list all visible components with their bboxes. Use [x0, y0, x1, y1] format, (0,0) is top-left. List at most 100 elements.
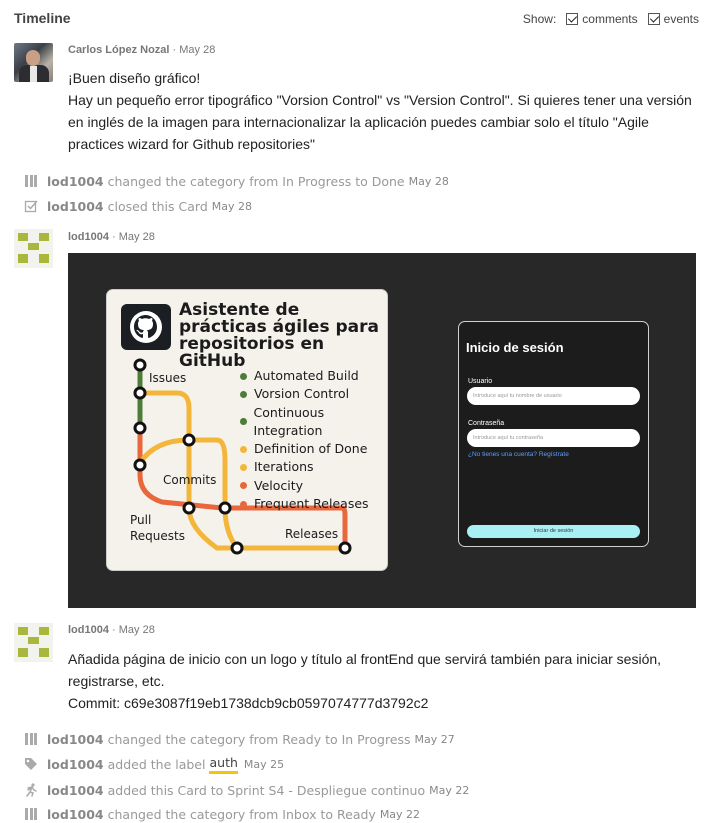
legend-item: Iterations: [240, 458, 387, 476]
avatar[interactable]: [14, 43, 53, 82]
legend-label: Automated Build: [254, 368, 359, 383]
events-checkbox[interactable]: [647, 13, 660, 25]
legend-item: Continuous Integration: [240, 404, 387, 441]
meta-separator: ·: [172, 44, 177, 56]
password-label: Contraseña: [468, 420, 505, 427]
event-text: changed the category from Inbox to Ready: [107, 806, 376, 822]
event-date[interactable]: May 28: [212, 200, 252, 213]
avatar[interactable]: [14, 623, 53, 662]
comment-meta: lod1004 · May 28: [68, 624, 155, 636]
columns-icon: [24, 732, 38, 746]
metro-label-issues: Issues: [149, 371, 187, 385]
legend-label: Velocity: [254, 477, 304, 493]
comment-line: Hay un pequeño error tipográfico "Vorsio…: [68, 92, 692, 108]
legend-label: Iterations: [254, 459, 314, 475]
events-filter-label[interactable]: events: [664, 12, 699, 26]
legend-item: Velocity: [240, 477, 387, 495]
timeline-event: lod1004 closed this Card May 28: [24, 197, 252, 215]
username-label: Usuario: [468, 378, 493, 385]
timeline-header: Timeline Show: comments events: [14, 10, 699, 30]
timeline-event: lod1004 changed the category from Ready …: [24, 730, 455, 748]
attached-image[interactable]: Asistente de prácticas ágiles para repos…: [68, 253, 696, 608]
comment-date[interactable]: May 28: [119, 231, 155, 243]
legend-label: Definition of Done: [254, 441, 368, 457]
event-date[interactable]: May 27: [415, 733, 455, 746]
comment-line: en inglés de la imagen para internaciona…: [68, 114, 649, 130]
comments-filter-label[interactable]: comments: [582, 12, 637, 26]
comment-author[interactable]: Carlos López Nozal: [68, 44, 169, 56]
columns-icon: [24, 174, 38, 188]
event-date[interactable]: May 22: [429, 784, 469, 797]
timeline-event: lod1004 changed the category from Inbox …: [24, 805, 420, 823]
legend-item: Automated Build: [240, 367, 387, 385]
password-field: Introduce aquí tu contraseña: [467, 429, 640, 447]
sprint-runner-icon: [24, 783, 38, 797]
meta-separator: ·: [112, 231, 116, 243]
event-actor[interactable]: lod1004: [47, 757, 104, 772]
legend-dot-icon: [240, 500, 247, 508]
avatar-shirt: [30, 66, 37, 82]
legend-dot-icon: [240, 390, 247, 398]
legend-dot-icon: [240, 445, 247, 453]
event-text: added the label: [107, 756, 206, 772]
login-title: Inicio de sesión: [466, 340, 564, 355]
comment-line: Añadida página de inicio con un logo y t…: [68, 651, 662, 667]
comment-meta: Carlos López Nozal · May 28: [68, 44, 215, 56]
comment-body: ¡Buen diseño gráfico! Hay un pequeño err…: [68, 67, 708, 155]
legend-label: Vorsion Control: [254, 386, 350, 402]
legend-dot-icon: [240, 464, 247, 472]
comment-author[interactable]: lod1004: [68, 231, 109, 243]
event-actor[interactable]: lod1004: [47, 732, 104, 747]
event-text: changed the category from Ready to In Pr…: [107, 731, 411, 747]
show-label: Show:: [522, 12, 557, 26]
comment-date[interactable]: May 28: [119, 624, 155, 636]
timeline-title: Timeline: [14, 10, 71, 26]
event-text: added this Card to Sprint S4 - Despliegu…: [107, 782, 426, 798]
avatar-face: [26, 50, 40, 66]
legend-item: Frequent Releases: [240, 495, 387, 513]
legend-dot-icon: [240, 372, 247, 380]
legend-dot-icon: [240, 418, 247, 426]
comment-author[interactable]: lod1004: [68, 624, 109, 636]
avatar[interactable]: [14, 229, 53, 268]
event-date[interactable]: May 22: [380, 808, 420, 821]
comment-line: practices wizard for Github repositories…: [68, 136, 315, 152]
username-field: Introduce aquí tu nombre de usuario: [467, 387, 640, 405]
comment-line: ¡Buen diseño gráfico!: [68, 70, 201, 86]
tag-icon: [24, 757, 38, 771]
login-submit-button: Iniciar de sesión: [467, 525, 640, 538]
event-actor[interactable]: lod1004: [47, 783, 104, 798]
checkbox-closed-icon: [24, 199, 38, 213]
comment-line: Commit: c69e3087f19eb1738dcb9cb059707477…: [68, 695, 429, 711]
metro-label-commits: Commits: [163, 473, 217, 487]
comments-checkbox[interactable]: [566, 13, 579, 25]
event-date[interactable]: May 25: [244, 758, 284, 771]
register-link: ¿No tienes una cuenta? Regístrate: [468, 451, 569, 458]
label-badge[interactable]: auth: [209, 755, 238, 774]
legend-dot-icon: [240, 482, 247, 490]
legend-item: Definition of Done: [240, 440, 387, 458]
event-date[interactable]: May 28: [409, 175, 449, 188]
legend-item: Vorsion Control: [240, 385, 387, 403]
metro-label-pull-requests: Pull Requests: [130, 513, 185, 543]
timeline-event: lod1004 changed the category from In Pro…: [24, 172, 449, 190]
timeline-event: lod1004 added this Card to Sprint S4 - D…: [24, 781, 469, 799]
login-form-preview: Inicio de sesión Usuario Introduce aquí …: [458, 321, 649, 547]
comment-date[interactable]: May 28: [179, 44, 215, 56]
legend-label: Continuous Integration: [253, 404, 325, 438]
timeline-filters: Show: comments events: [523, 12, 699, 26]
event-actor[interactable]: lod1004: [47, 807, 104, 822]
timeline-event: lod1004 added the label auth May 25: [24, 755, 284, 774]
columns-icon: [24, 807, 38, 821]
practices-legend: Automated Build Vorsion Control Continuous…: [240, 367, 387, 513]
comment-body: Añadida página de inicio con un logo y t…: [68, 648, 708, 714]
event-text: changed the category from In Progress to…: [107, 173, 405, 189]
comment-line: registrarse, etc.: [68, 673, 165, 689]
logo-card: Asistente de prácticas ágiles para repos…: [106, 289, 388, 571]
event-actor[interactable]: lod1004: [47, 199, 104, 214]
event-text: closed this Card: [107, 198, 208, 214]
meta-separator: ·: [112, 624, 116, 636]
legend-label: Frequent Releases: [254, 496, 369, 512]
event-actor[interactable]: lod1004: [47, 174, 104, 189]
metro-label-releases: Releases: [285, 527, 339, 541]
